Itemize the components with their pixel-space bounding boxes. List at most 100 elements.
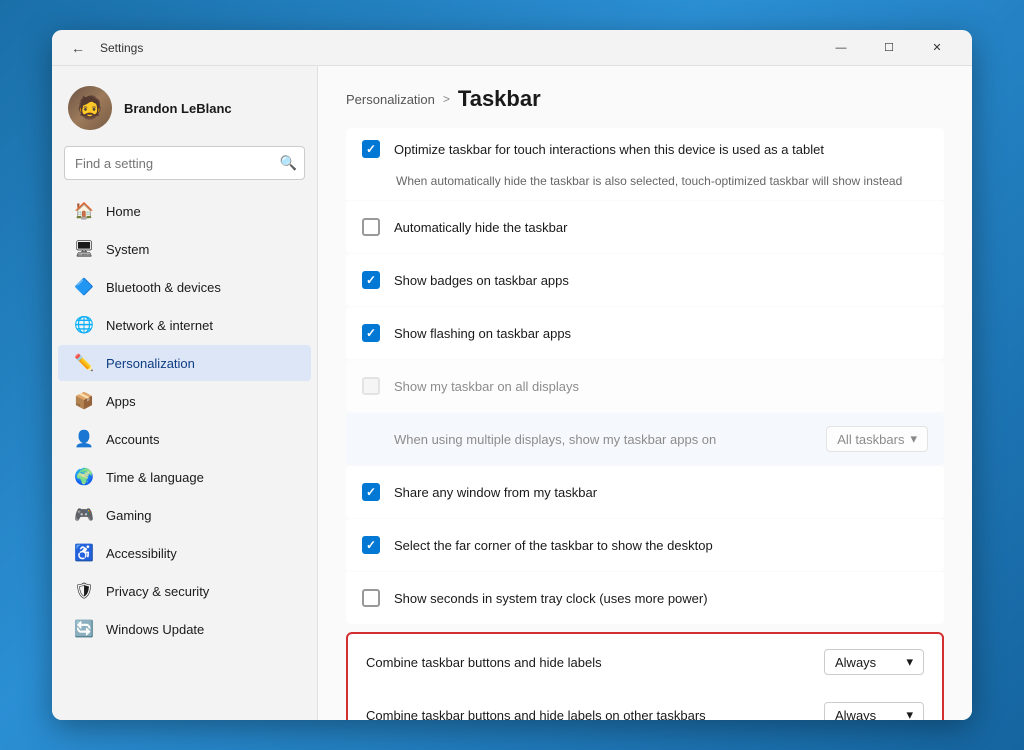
setting-combine-buttons-other: Combine taskbar buttons and hide labels … [350, 689, 940, 720]
setting-show-multiple: Show my taskbar on all displays [346, 360, 944, 412]
dropdown-value-combine: Always [835, 655, 876, 670]
accessibility-icon: ♿ [74, 543, 94, 563]
label-auto-hide: Automatically hide the taskbar [394, 220, 928, 235]
system-icon: 🖥 [74, 239, 94, 259]
user-section: 🧔 Brandon LeBlanc [52, 78, 317, 146]
sidebar-label-bluetooth: Bluetooth & devices [106, 280, 221, 295]
breadcrumb: Personalization > Taskbar [346, 86, 944, 112]
checkbox-share-window[interactable] [362, 483, 380, 501]
settings-window: ← Settings — ☐ ✕ 🧔 Brandon LeBlanc 🔍 🏠 H… [52, 30, 972, 720]
time-icon: 🌍 [74, 467, 94, 487]
breadcrumb-separator: > [443, 92, 450, 106]
sidebar-item-time[interactable]: 🌍 Time & language [58, 459, 311, 495]
dropdown-value-multiple: All taskbars [837, 432, 904, 447]
label-show-multiple: Show my taskbar on all displays [394, 379, 928, 394]
sidebar-item-gaming[interactable]: 🎮 Gaming [58, 497, 311, 533]
label-show-flashing: Show flashing on taskbar apps [394, 326, 928, 341]
setting-row-main-optimize: Optimize taskbar for touch interactions … [362, 140, 928, 158]
chevron-down-icon: ▾ [910, 431, 917, 447]
windows-update-icon: 🔄 [74, 619, 94, 639]
sidebar-label-privacy: Privacy & security [106, 584, 209, 599]
checkbox-show-multiple[interactable] [362, 377, 380, 395]
username: Brandon LeBlanc [124, 101, 232, 116]
sidebar-label-gaming: Gaming [106, 508, 152, 523]
sidebar-label-system: System [106, 242, 149, 257]
dropdown-multiple-display[interactable]: All taskbars ▾ [826, 426, 928, 452]
label-show-badges: Show badges on taskbar apps [394, 273, 928, 288]
sidebar-label-windows-update: Windows Update [106, 622, 204, 637]
label-multiple-display: When using multiple displays, show my ta… [362, 432, 812, 447]
sidebar-item-apps[interactable]: 📦 Apps [58, 383, 311, 419]
label-share-window: Share any window from my taskbar [394, 485, 928, 500]
sidebar-item-windows-update[interactable]: 🔄 Windows Update [58, 611, 311, 647]
checkbox-optimize-touch[interactable] [362, 140, 380, 158]
dropdown-value-combine-other: Always [835, 708, 876, 721]
sidebar-item-privacy[interactable]: 🛡 Privacy & security [58, 573, 311, 609]
privacy-icon: 🛡 [74, 581, 94, 601]
label-optimize-touch: Optimize taskbar for touch interactions … [394, 142, 928, 157]
dropdown-combine-buttons-other[interactable]: Always ▾ [824, 702, 924, 720]
breadcrumb-current: Taskbar [458, 86, 541, 112]
checkbox-far-corner[interactable] [362, 536, 380, 554]
minimize-button[interactable]: — [818, 32, 864, 64]
label-show-seconds: Show seconds in system tray clock (uses … [394, 591, 928, 606]
label-combine-buttons-other: Combine taskbar buttons and hide labels … [366, 708, 810, 721]
chevron-down-icon-combine: ▾ [906, 654, 913, 670]
apps-icon: 📦 [74, 391, 94, 411]
avatar-image: 🧔 [68, 86, 112, 130]
content-area: 🧔 Brandon LeBlanc 🔍 🏠 Home 🖥 System 🔷 Bl… [52, 66, 972, 720]
sidebar: 🧔 Brandon LeBlanc 🔍 🏠 Home 🖥 System 🔷 Bl… [52, 66, 317, 720]
sidebar-label-time: Time & language [106, 470, 204, 485]
setting-share-window: Share any window from my taskbar [346, 466, 944, 518]
sidebar-item-accounts[interactable]: 👤 Accounts [58, 421, 311, 457]
sidebar-label-accounts: Accounts [106, 432, 159, 447]
sidebar-item-home[interactable]: 🏠 Home [58, 193, 311, 229]
dropdown-combine-buttons[interactable]: Always ▾ [824, 649, 924, 675]
sidebar-item-system[interactable]: 🖥 System [58, 231, 311, 267]
bluetooth-icon: 🔷 [74, 277, 94, 297]
search-icon: 🔍 [280, 155, 297, 172]
avatar: 🧔 [68, 86, 112, 130]
setting-optimize-touch: Optimize taskbar for touch interactions … [346, 128, 944, 200]
sidebar-label-apps: Apps [106, 394, 136, 409]
sublabel-optimize-touch: When automatically hide the taskbar is a… [362, 174, 902, 188]
setting-auto-hide: Automatically hide the taskbar [346, 201, 944, 253]
back-button[interactable]: ← [64, 34, 92, 62]
titlebar: ← Settings — ☐ ✕ [52, 30, 972, 66]
breadcrumb-parent: Personalization [346, 92, 435, 107]
search-input[interactable] [64, 146, 305, 180]
checkbox-show-flashing[interactable] [362, 324, 380, 342]
highlighted-settings-section: Combine taskbar buttons and hide labels … [346, 632, 944, 720]
sidebar-item-bluetooth[interactable]: 🔷 Bluetooth & devices [58, 269, 311, 305]
window-title: Settings [100, 41, 818, 55]
setting-show-badges: Show badges on taskbar apps [346, 254, 944, 306]
window-controls: — ☐ ✕ [818, 32, 960, 64]
setting-show-seconds: Show seconds in system tray clock (uses … [346, 572, 944, 624]
checkbox-auto-hide[interactable] [362, 218, 380, 236]
chevron-down-icon-combine-other: ▾ [906, 707, 913, 720]
settings-scroll-area: Optimize taskbar for touch interactions … [318, 128, 972, 720]
label-combine-buttons: Combine taskbar buttons and hide labels [366, 655, 810, 670]
accounts-icon: 👤 [74, 429, 94, 449]
home-icon: 🏠 [74, 201, 94, 221]
main-content: Personalization > Taskbar Optimize taskb… [317, 66, 972, 720]
checkbox-show-badges[interactable] [362, 271, 380, 289]
network-icon: 🌐 [74, 315, 94, 335]
maximize-button[interactable]: ☐ [866, 32, 912, 64]
sidebar-label-network: Network & internet [106, 318, 213, 333]
setting-far-corner: Select the far corner of the taskbar to … [346, 519, 944, 571]
sidebar-item-network[interactable]: 🌐 Network & internet [58, 307, 311, 343]
close-button[interactable]: ✕ [914, 32, 960, 64]
checkbox-show-seconds[interactable] [362, 589, 380, 607]
setting-multiple-display: When using multiple displays, show my ta… [346, 413, 944, 465]
sidebar-item-accessibility[interactable]: ♿ Accessibility [58, 535, 311, 571]
sidebar-label-home: Home [106, 204, 141, 219]
sidebar-label-accessibility: Accessibility [106, 546, 177, 561]
label-far-corner: Select the far corner of the taskbar to … [394, 538, 928, 553]
personalization-icon: ✏️ [74, 353, 94, 373]
gaming-icon: 🎮 [74, 505, 94, 525]
sidebar-label-personalization: Personalization [106, 356, 195, 371]
main-header: Personalization > Taskbar [318, 66, 972, 128]
setting-show-flashing: Show flashing on taskbar apps [346, 307, 944, 359]
sidebar-item-personalization[interactable]: ✏️ Personalization [58, 345, 311, 381]
